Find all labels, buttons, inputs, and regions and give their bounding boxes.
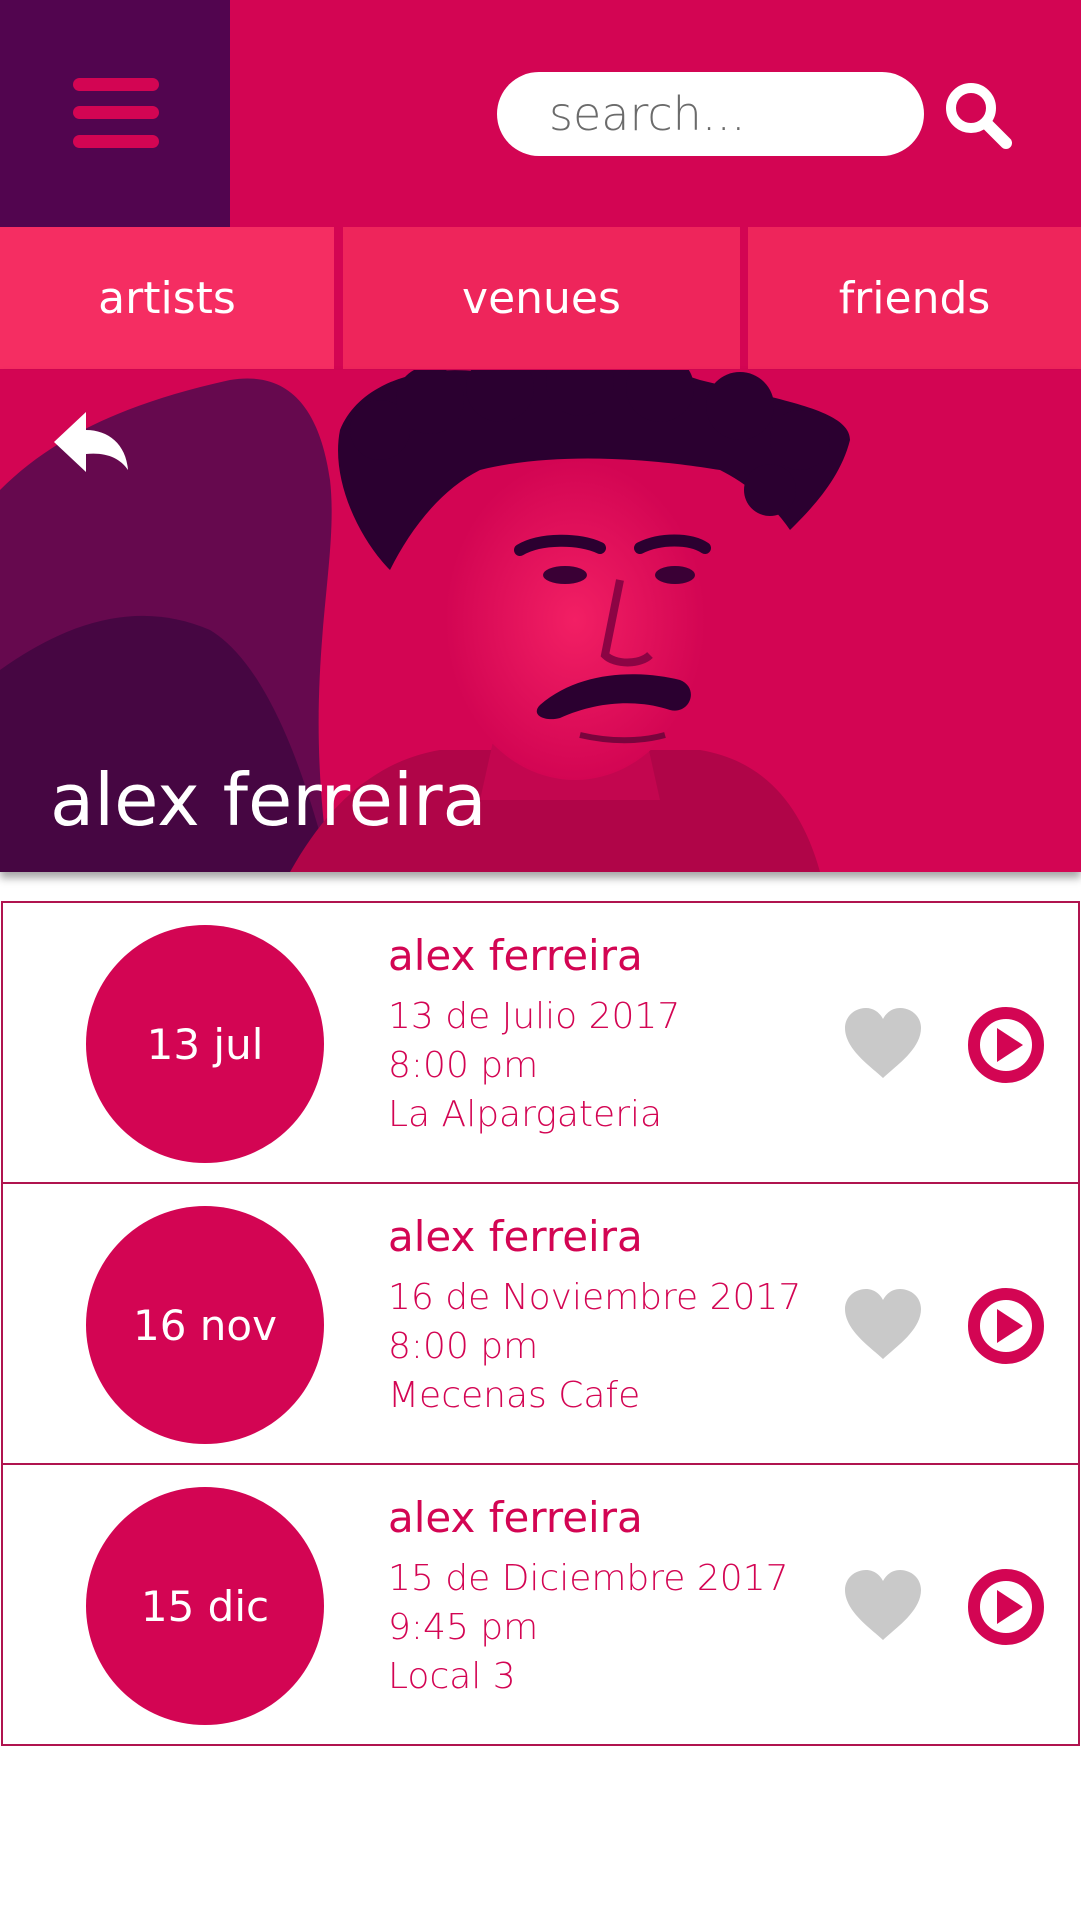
event-title: alex ferreira (388, 1493, 643, 1542)
tab-venues[interactable]: venues (343, 227, 740, 369)
events-list: 13 jul alex ferreira 13 de Julio 2017 8:… (1, 901, 1080, 1746)
menu-button[interactable] (0, 0, 230, 227)
artist-name: alex ferreira (50, 758, 487, 842)
date-badge: 15 dic (86, 1487, 324, 1725)
date-badge: 13 jul (86, 925, 324, 1163)
tab-label: friends (838, 272, 991, 324)
play-button[interactable] (967, 1568, 1045, 1646)
favorite-button[interactable] (843, 1570, 923, 1642)
event-time: 8:00 pm (388, 1326, 539, 1367)
event-venue: La Alpargateria (388, 1094, 663, 1135)
app-header (0, 0, 1081, 227)
tab-artists[interactable]: artists (0, 227, 334, 369)
event-card[interactable]: 15 dic alex ferreira 15 de Diciembre 201… (1, 1463, 1080, 1746)
event-card[interactable]: 16 nov alex ferreira 16 de Noviembre 201… (1, 1182, 1080, 1465)
tab-bar: artists venues friends (0, 227, 1081, 370)
event-time: 8:00 pm (388, 1045, 539, 1086)
heart-icon (845, 1570, 921, 1640)
event-title: alex ferreira (388, 931, 643, 980)
date-badge-label: 16 nov (133, 1300, 277, 1350)
search-button[interactable] (940, 78, 1020, 158)
event-date: 13 de Julio 2017 (388, 996, 681, 1037)
event-time: 9:45 pm (388, 1607, 539, 1648)
event-date: 15 de Diciembre 2017 (388, 1558, 789, 1599)
artist-hero: alex ferreira (0, 370, 1081, 872)
play-button[interactable] (967, 1287, 1045, 1365)
heart-icon (845, 1008, 921, 1078)
event-title: alex ferreira (388, 1212, 643, 1261)
back-arrow-icon (54, 412, 128, 472)
date-badge-label: 15 dic (140, 1581, 270, 1631)
tab-label: artists (98, 272, 236, 324)
event-date: 16 de Noviembre 2017 (388, 1277, 802, 1318)
date-badge: 16 nov (86, 1206, 324, 1444)
date-badge-label: 13 jul (146, 1019, 264, 1069)
magnifier-icon (946, 83, 1012, 149)
event-card[interactable]: 13 jul alex ferreira 13 de Julio 2017 8:… (1, 901, 1080, 1184)
back-button[interactable] (46, 408, 132, 482)
favorite-button[interactable] (843, 1289, 923, 1361)
search-input[interactable] (497, 72, 924, 156)
tab-label: venues (462, 272, 621, 324)
heart-icon (845, 1289, 921, 1359)
tab-friends[interactable]: friends (748, 227, 1081, 369)
play-icon (968, 1569, 1044, 1645)
play-icon (968, 1007, 1044, 1083)
play-button[interactable] (967, 1006, 1045, 1084)
event-venue: Local 3 (388, 1656, 516, 1697)
favorite-button[interactable] (843, 1008, 923, 1080)
play-icon (968, 1288, 1044, 1364)
event-venue: Mecenas Cafe (388, 1375, 641, 1416)
